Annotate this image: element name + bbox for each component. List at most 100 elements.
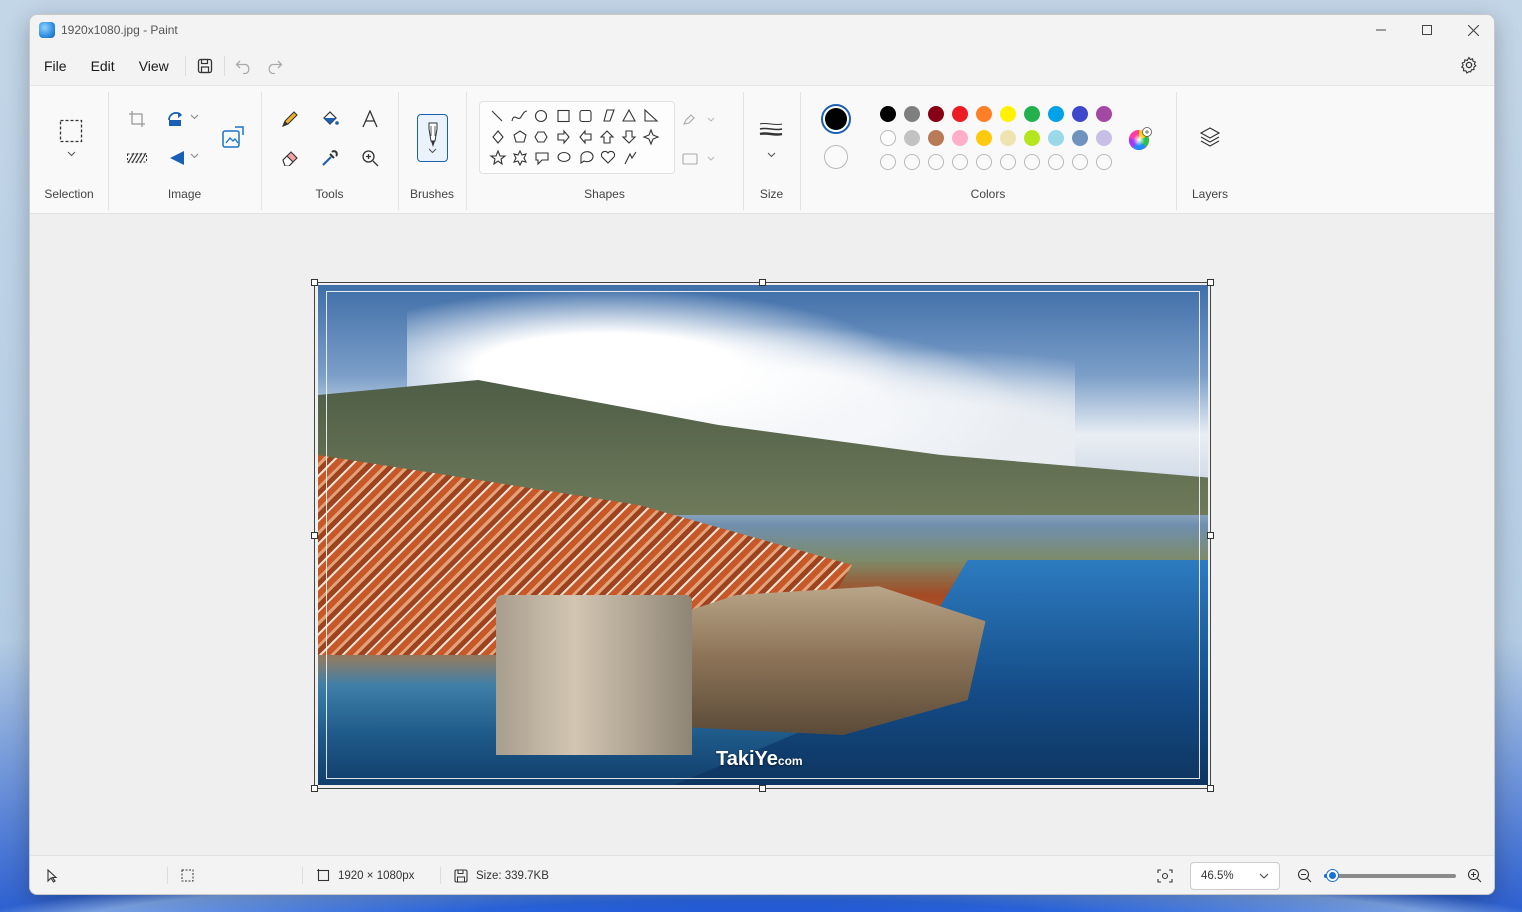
custom-color-slot[interactable] [880, 154, 896, 170]
image-properties-button[interactable] [218, 122, 248, 152]
palette-swatch[interactable] [1024, 130, 1040, 146]
resize-handle-bottom-right[interactable] [1207, 785, 1214, 792]
resize-handle-left[interactable] [311, 532, 318, 539]
resize-icon [168, 112, 182, 126]
selection-group: Selection [30, 86, 108, 215]
fill-dropdown[interactable] [679, 146, 719, 172]
custom-color-slot[interactable] [1024, 154, 1040, 170]
palette-swatch[interactable] [1096, 106, 1112, 122]
rectangle-select-icon [59, 119, 83, 143]
outline-dropdown[interactable] [679, 107, 719, 133]
menu-file[interactable]: File [32, 52, 79, 80]
palette-swatch[interactable] [1072, 130, 1088, 146]
undo-icon [235, 60, 250, 74]
resize-handle-top-right[interactable] [1207, 279, 1214, 286]
custom-color-slot[interactable] [928, 154, 944, 170]
resize-button[interactable] [164, 106, 190, 132]
resize-handle-bottom[interactable] [759, 785, 766, 792]
palette-swatch[interactable] [976, 130, 992, 146]
select-all-button[interactable] [124, 145, 150, 171]
palette-swatch[interactable] [1000, 106, 1016, 122]
edit-colors-button[interactable] [1126, 125, 1154, 153]
custom-color-slot[interactable] [1072, 154, 1088, 170]
custom-color-slot[interactable] [976, 154, 992, 170]
palette-swatch[interactable] [952, 106, 968, 122]
brush-icon [428, 122, 437, 147]
fill-button[interactable] [317, 106, 343, 132]
maximize-button[interactable] [1404, 15, 1450, 45]
group-label-image: Image [167, 187, 202, 201]
close-button[interactable] [1450, 15, 1494, 45]
watermark-brand: TakiYe [716, 748, 778, 770]
image-inner-frame [326, 291, 1200, 779]
palette-swatch[interactable] [952, 130, 968, 146]
minimize-button[interactable] [1358, 15, 1404, 45]
custom-color-slot[interactable] [952, 154, 968, 170]
resize-handle-top-left[interactable] [311, 279, 318, 286]
palette-swatch[interactable] [1000, 130, 1016, 146]
crop-button[interactable] [124, 106, 150, 132]
outline-icon [683, 114, 715, 125]
save-button[interactable] [190, 52, 220, 80]
rotate-dropdown[interactable] [188, 110, 200, 124]
eraser-button[interactable] [277, 145, 303, 171]
fit-to-window-button[interactable] [1157, 856, 1173, 894]
settings-button[interactable] [1458, 54, 1480, 76]
eraser-icon [282, 151, 298, 166]
pencil-button[interactable] [277, 106, 303, 132]
palette-swatch[interactable] [976, 106, 992, 122]
zoom-slider-track[interactable] [1324, 874, 1456, 878]
palette-swatch[interactable] [904, 106, 920, 122]
menu-edit[interactable]: Edit [79, 52, 127, 80]
zoom-select[interactable]: 46.5% [1190, 862, 1280, 890]
zoom-out-icon [1297, 868, 1312, 883]
zoom-in-button[interactable] [1467, 856, 1482, 894]
zoom-out-button[interactable] [1297, 856, 1312, 894]
custom-color-slot[interactable] [904, 154, 920, 170]
pointer-icon [47, 868, 58, 883]
resize-handle-right[interactable] [1207, 532, 1214, 539]
resize-handle-bottom-left[interactable] [311, 785, 318, 792]
magnifier-button[interactable] [357, 145, 383, 171]
status-bar: 1920 × 1080px Size: 339.7KB 46.5% [30, 855, 1494, 894]
size-button[interactable] [758, 116, 784, 142]
color-picker-button[interactable] [317, 145, 343, 171]
group-label-layers: Layers [1191, 187, 1229, 201]
palette-swatch[interactable] [880, 106, 896, 122]
canvas-area[interactable]: TakiYecom [30, 214, 1494, 857]
palette-swatch[interactable] [1072, 106, 1088, 122]
size-group: Size [743, 86, 800, 215]
flip-button[interactable] [164, 145, 190, 171]
palette-swatch[interactable] [880, 130, 896, 146]
size-dropdown[interactable] [758, 148, 784, 162]
palette-swatch[interactable] [928, 130, 944, 146]
save-icon [197, 58, 212, 74]
resize-handle-top[interactable] [759, 279, 766, 286]
zoom-value: 46.5% [1201, 870, 1234, 882]
palette-swatch[interactable] [1024, 106, 1040, 122]
canvas-image[interactable]: TakiYecom [318, 285, 1208, 785]
text-button[interactable] [357, 106, 383, 132]
redo-button[interactable] [259, 52, 289, 80]
palette-swatch[interactable] [1096, 130, 1112, 146]
palette-swatch[interactable] [1048, 130, 1064, 146]
zoom-slider-thumb[interactable] [1327, 870, 1338, 881]
secondary-color[interactable] [824, 145, 848, 169]
custom-color-slot[interactable] [1000, 154, 1016, 170]
save-icon [454, 868, 468, 883]
selection-button[interactable] [56, 116, 86, 146]
layers-button[interactable] [1197, 124, 1223, 150]
menu-view[interactable]: View [127, 52, 181, 80]
palette-swatch[interactable] [904, 130, 920, 146]
custom-color-slot[interactable] [1048, 154, 1064, 170]
selection-dropdown[interactable] [58, 147, 84, 161]
status-divider [440, 867, 441, 884]
palette-swatch[interactable] [928, 106, 944, 122]
window-title: 1920x1080.jpg - Paint [61, 23, 178, 37]
undo-button[interactable] [229, 52, 259, 80]
watermark-suffix: com [777, 754, 803, 768]
custom-color-slot[interactable] [1096, 154, 1112, 170]
brushes-button[interactable] [417, 114, 448, 162]
palette-swatch[interactable] [1048, 106, 1064, 122]
flip-dropdown[interactable] [188, 149, 200, 163]
